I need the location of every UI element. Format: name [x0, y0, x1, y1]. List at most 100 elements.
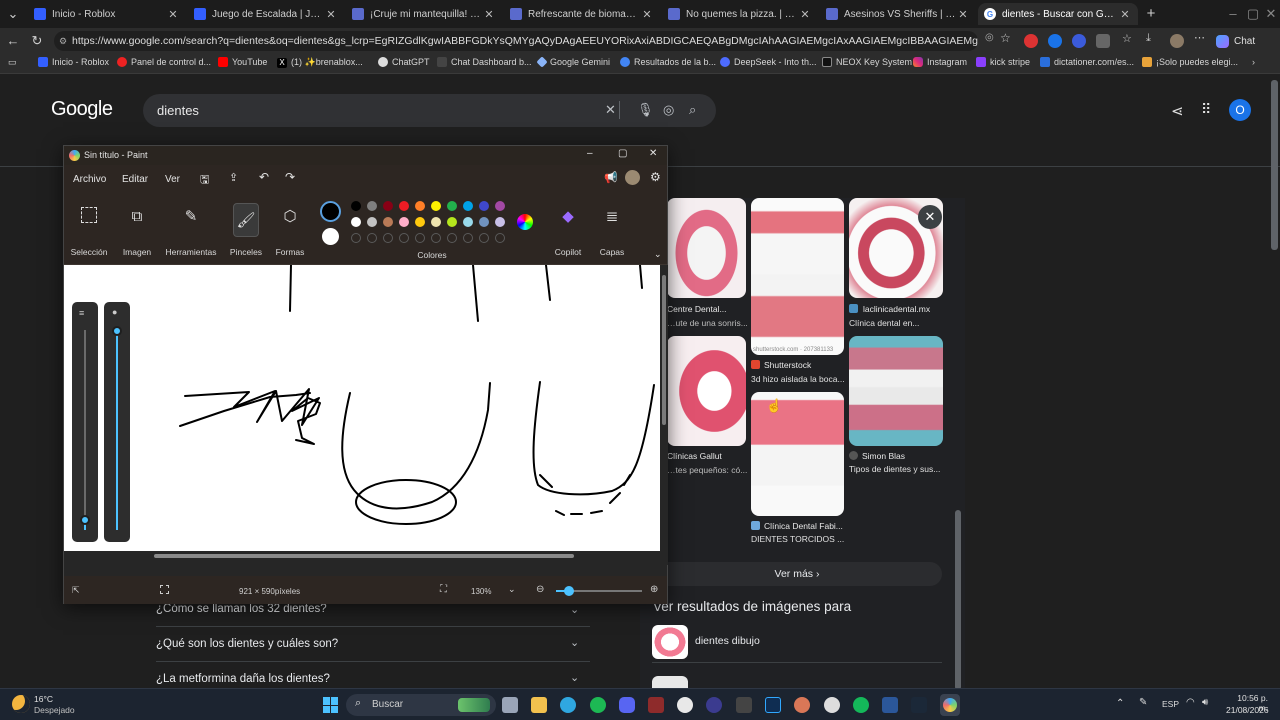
color-swatch[interactable]	[495, 201, 505, 211]
claude-icon[interactable]	[794, 697, 810, 713]
app-icon[interactable]	[706, 697, 722, 713]
close-tab-icon[interactable]: ✕	[956, 8, 970, 21]
taskbar-search[interactable]: ⌕ Buscar	[346, 694, 496, 716]
bookmark-item[interactable]: kick stripe	[976, 57, 1030, 67]
paint-taskbar-icon[interactable]	[940, 694, 960, 716]
edge-icon[interactable]	[560, 697, 576, 713]
extension-icon[interactable]	[1024, 34, 1038, 48]
custom-color-slot[interactable]	[447, 233, 457, 243]
fit-screen-icon[interactable]: ⛶	[440, 584, 447, 595]
image-result-thumbnail[interactable]: shutterstock.com · 207381133	[751, 198, 844, 355]
close-tab-icon[interactable]: ✕	[1118, 8, 1132, 21]
temperature[interactable]: 16°C	[34, 694, 53, 704]
bookmark-item[interactable]: Instagram	[913, 57, 967, 67]
color-swatch[interactable]	[447, 217, 457, 227]
bookmark-item[interactable]: YouTube	[218, 57, 267, 67]
steam-icon[interactable]	[911, 697, 927, 713]
copilot-tool[interactable]: ◆ Copilot	[550, 203, 586, 257]
drawing-canvas[interactable]	[64, 264, 660, 551]
color-swatch[interactable]	[495, 217, 505, 227]
undo-icon[interactable]: ↶	[259, 170, 269, 184]
minimize-icon[interactable]: –	[587, 148, 593, 159]
extension-icon[interactable]	[1048, 34, 1062, 48]
google-logo[interactable]: Google	[51, 98, 113, 121]
language-indicator[interactable]: ESP	[1162, 699, 1179, 709]
chevron-right-icon[interactable]: ›	[1252, 57, 1255, 67]
canvas-v-scrollbar[interactable]	[662, 275, 666, 425]
color-swatch[interactable]	[431, 217, 441, 227]
apps-icon[interactable]: ▭	[8, 57, 17, 68]
page-scrollbar[interactable]	[1271, 80, 1278, 250]
search-box[interactable]: dientes ✕ 🎙 ◎ ⌕	[143, 94, 716, 127]
maximize-icon[interactable]: ▢	[1244, 5, 1262, 23]
tab-google-dientes[interactable]: Gdientes - Buscar con Google ✕	[978, 3, 1138, 25]
menu-dots-icon[interactable]: ⋯	[1194, 31, 1208, 45]
minimize-icon[interactable]: –	[1224, 5, 1242, 23]
reload-icon[interactable]: ↻	[28, 32, 46, 50]
image-tool[interactable]: ⧉ Imagen	[118, 203, 156, 258]
color-swatch[interactable]	[383, 201, 393, 211]
color-swatch[interactable]	[367, 201, 377, 211]
color-swatch[interactable]	[415, 217, 425, 227]
windows-start-icon[interactable]	[323, 697, 339, 713]
color-swatch[interactable]	[431, 201, 441, 211]
custom-color-slot[interactable]	[351, 233, 361, 243]
tab-asesinos[interactable]: Asesinos VS Sheriffs | Juega en Ro✕	[820, 3, 976, 25]
chevron-down-icon[interactable]: ⌄	[654, 249, 662, 260]
custom-color-slot[interactable]	[479, 233, 489, 243]
bookmark-item[interactable]: ¡Solo puedes elegi...	[1142, 57, 1238, 67]
image-source[interactable]: Shutterstock	[751, 360, 811, 370]
bookmark-item[interactable]: Google Gemini	[536, 56, 610, 68]
account-avatar[interactable]	[625, 170, 640, 185]
new-tab-icon[interactable]: +	[1142, 5, 1160, 23]
color-swatch[interactable]	[351, 201, 361, 211]
eye-off-icon[interactable]: ◎	[985, 32, 999, 46]
paa-item[interactable]: ¿Cómo se llaman los 32 dientes? ⌄	[156, 603, 590, 627]
chevron-down-icon[interactable]: ⌄	[508, 584, 516, 595]
account-avatar[interactable]: O	[1229, 99, 1251, 121]
redo-icon[interactable]: ↷	[285, 170, 295, 184]
capcut-icon[interactable]	[736, 697, 752, 713]
bookmarks-icon[interactable]: ☆	[1122, 32, 1136, 46]
spotify-icon[interactable]	[590, 697, 606, 713]
zoom-thumb[interactable]	[563, 586, 574, 596]
color-swatch[interactable]	[351, 217, 361, 227]
ver-mas-button[interactable]: Ver más ›	[652, 562, 942, 586]
site-info-icon[interactable]: ⚙	[59, 31, 67, 51]
task-view-icon[interactable]	[502, 697, 518, 713]
panel-scrollbar[interactable]	[955, 200, 961, 690]
canvas-h-scrollbar[interactable]	[154, 554, 574, 558]
volume-icon[interactable]: 🔊︎	[1202, 697, 1208, 708]
close-tab-icon[interactable]: ✕	[324, 8, 338, 21]
mic-icon[interactable]: 🎙	[637, 102, 654, 118]
bookmark-item[interactable]: DeepSeek - Into th...	[720, 57, 817, 67]
word-icon[interactable]	[882, 697, 898, 713]
color-swatch[interactable]	[479, 201, 489, 211]
lens-icon[interactable]: ◎	[663, 102, 674, 118]
slider-thumb[interactable]	[80, 515, 90, 525]
share-icon[interactable]: ⇪	[229, 171, 238, 184]
extensions-puzzle-icon[interactable]	[1096, 34, 1110, 48]
custom-color-slot[interactable]	[383, 233, 393, 243]
wifi-icon[interactable]: ◠	[1186, 697, 1195, 708]
primary-color[interactable]	[320, 201, 341, 222]
app-icon[interactable]	[648, 697, 664, 713]
zoom-in-icon[interactable]: ⊕	[650, 584, 658, 595]
menu-ver[interactable]: Ver	[165, 174, 180, 185]
tab-biomas[interactable]: Refrescante de biomas - [🌈] 99✕	[504, 3, 660, 25]
bookmark-item[interactable]: Inicio - Roblox	[38, 57, 109, 67]
brushes-tool[interactable]: 🖌 Pinceles	[228, 203, 264, 257]
close-panel-icon[interactable]: ✕	[918, 205, 942, 229]
announcement-icon[interactable]: 📢	[604, 171, 618, 184]
size-slider[interactable]: ≡	[72, 302, 98, 542]
search-query[interactable]: dientes	[157, 103, 199, 118]
pen-icon[interactable]: ✎	[1139, 697, 1147, 708]
close-tab-icon[interactable]: ✕	[482, 8, 496, 21]
bookmark-item[interactable]: Panel de control d...	[117, 57, 211, 67]
layers-tool[interactable]: ≣ Capas	[594, 203, 630, 257]
download-icon[interactable]: ⤓	[1146, 32, 1160, 46]
bookmark-item[interactable]: NEOX Key System	[822, 57, 912, 67]
menu-archivo[interactable]: Archivo	[73, 174, 106, 185]
chatgpt-icon[interactable]	[824, 697, 840, 713]
bookmark-item[interactable]: Chat Dashboard b...	[437, 57, 532, 67]
